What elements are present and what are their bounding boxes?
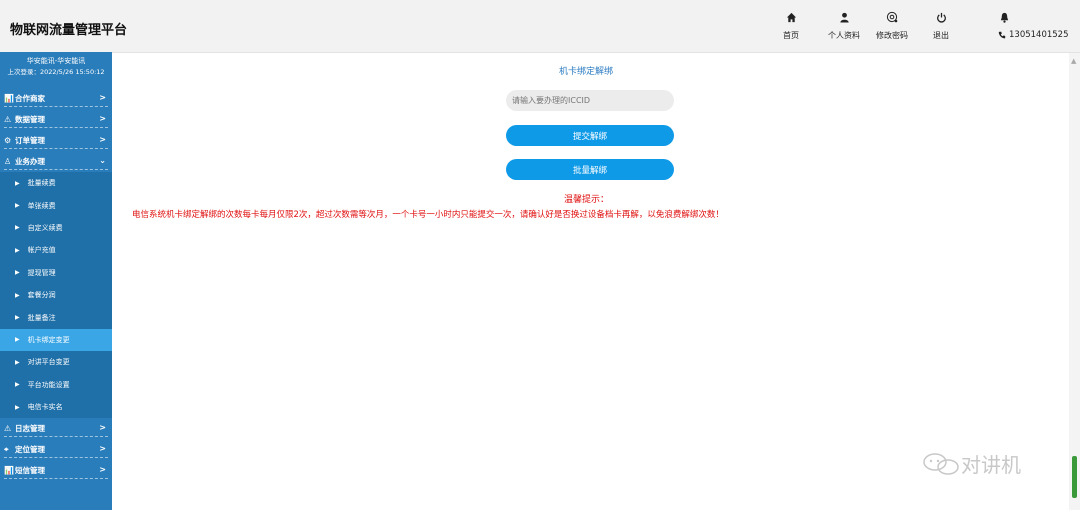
triangle-icon: ▶	[15, 202, 20, 210]
sidebar-group-sms[interactable]: 📊 短信管理 >	[0, 460, 112, 481]
sidebar-group-label: 短信管理	[15, 466, 45, 476]
scroll-up-icon[interactable]: ▲	[1071, 57, 1076, 65]
nav-notifications[interactable]: 13051401525	[998, 8, 1069, 48]
sidebar-item-batch-renew[interactable]: ▶ 批量续费	[0, 172, 112, 195]
scrollbar[interactable]: ▲	[1069, 53, 1080, 510]
locate-icon: ⌖	[4, 444, 9, 454]
gear-icon: ⚙	[4, 136, 12, 145]
sidebar-item-label: 对讲平台变更	[27, 358, 70, 367]
watermark: 对讲机	[921, 449, 1021, 478]
sidebar-item-label: 提现管理	[27, 268, 56, 277]
triangle-icon: ▶	[15, 179, 20, 187]
sidebar-item-telecom-realname[interactable]: ▶ 电信卡实名	[0, 395, 112, 419]
user-icon	[839, 8, 850, 26]
triangle-icon: ▶	[15, 246, 20, 254]
batch-unbind-button[interactable]: 批量解绑	[506, 159, 674, 180]
triangle-icon: ▶	[15, 381, 20, 389]
sidebar-group-label: 合作商家	[15, 94, 45, 103]
chart-icon: 📊	[4, 94, 14, 103]
sidebar-item-label: 批量续费	[27, 179, 56, 188]
sidebar-item-card-binding[interactable]: ▶ 机卡绑定变更	[0, 328, 112, 352]
sidebar-item-label: 帐户充值	[27, 246, 56, 255]
sidebar-group-label: 业务办理	[15, 157, 45, 166]
user-icon: ♙	[4, 157, 12, 166]
main-content: 机卡绑定解绑 提交解绑 批量解绑 温馨提示： 电信系统机卡绑定解绑的次数每卡每月…	[112, 53, 1069, 510]
sidebar-group-label: 定位管理	[15, 445, 45, 455]
sidebar-item-label: 单张续费	[27, 201, 56, 210]
chart-icon: 📊	[4, 466, 14, 476]
tip-heading: 温馨提示：	[564, 195, 610, 205]
phone-number: 13051401525	[998, 30, 1069, 40]
sidebar-group-business[interactable]: ♙ 业务办理 ⌄	[0, 151, 112, 172]
triangle-icon: ▶	[15, 403, 20, 411]
sidebar-item-label: 自定义续费	[27, 223, 63, 232]
chevron-right-icon: >	[99, 444, 106, 454]
sidebar-item-batch-note[interactable]: ▶ 批量备注	[0, 306, 112, 329]
chevron-down-icon: ⌄	[99, 156, 106, 165]
sidebar-item-label: 批量备注	[27, 313, 56, 322]
chevron-right-icon: >	[99, 114, 106, 123]
sidebar-group-data[interactable]: ⚠ 数据管理 >	[0, 109, 112, 130]
nav-home-label: 首页	[783, 31, 799, 40]
nav-change-password[interactable]: 修改密码	[876, 8, 908, 48]
triangle-icon: ▶	[15, 314, 20, 322]
sidebar-group-label: 数据管理	[15, 115, 45, 124]
chevron-right-icon: >	[99, 93, 106, 102]
home-icon	[786, 8, 797, 26]
nav-profile-label: 个人资料	[828, 31, 860, 40]
sidebar-group-partners[interactable]: 📊 合作商家 >	[0, 88, 112, 109]
settings-icon	[886, 8, 898, 26]
last-login: 上次登录：2022/5/26 15:50:12	[7, 68, 105, 76]
sidebar-group-orders[interactable]: ⚙ 订单管理 >	[0, 130, 112, 151]
warning-icon: ⚠	[4, 115, 12, 124]
submit-unbind-button[interactable]: 提交解绑	[506, 125, 674, 146]
nav-profile[interactable]: 个人资料	[828, 8, 860, 48]
sidebar-group-logs[interactable]: ⚠ 日志管理 >	[0, 418, 112, 439]
power-icon	[936, 8, 947, 26]
tip-text: 电信系统机卡绑定解绑的次数每卡每月仅限2次，超过次数需等次月，一个卡号一小时内只…	[132, 210, 724, 220]
triangle-icon: ▶	[15, 224, 20, 232]
nav-logout-label: 退出	[933, 31, 949, 40]
sidebar-group-label: 订单管理	[15, 136, 45, 145]
wechat-icon	[923, 452, 959, 475]
scroll-thumb[interactable]	[1072, 456, 1077, 498]
triangle-icon: ▶	[15, 336, 20, 344]
user-name: 华安能讯-华安能讯	[26, 57, 86, 65]
sidebar-item-platform-settings[interactable]: ▶ 平台功能设置	[0, 373, 112, 396]
page-title: 机卡绑定解绑	[559, 67, 614, 77]
top-bar: 物联网流量管理平台 首页 个人资料 修改密码 退出 13051401525	[0, 0, 1080, 53]
phone-number-text: 13051401525	[1009, 30, 1069, 40]
sidebar: 华安能讯-华安能讯 上次登录：2022/5/26 15:50:12 📊 合作商家…	[0, 52, 112, 510]
iccid-input[interactable]	[506, 90, 674, 111]
triangle-icon: ▶	[15, 291, 20, 299]
sidebar-item-single-renew[interactable]: ▶ 单张续费	[0, 194, 112, 217]
triangle-icon: ▶	[15, 269, 20, 277]
sidebar-item-talk-platform[interactable]: ▶ 对讲平台变更	[0, 351, 112, 374]
app-title: 物联网流量管理平台	[10, 23, 128, 38]
triangle-icon: ▶	[15, 358, 20, 366]
sidebar-item-label: 套餐分润	[27, 291, 56, 300]
sidebar-item-withdraw[interactable]: ▶ 提现管理	[0, 261, 112, 284]
watermark-text: 对讲机	[961, 453, 1021, 477]
sidebar-item-label: 电信卡实名	[27, 403, 63, 412]
nav-logout[interactable]: 退出	[933, 8, 949, 48]
nav-change-password-label: 修改密码	[876, 31, 908, 40]
sidebar-item-label: 机卡绑定变更	[27, 335, 70, 344]
sidebar-group-location[interactable]: ⌖ 定位管理 >	[0, 439, 112, 460]
sidebar-item-package-share[interactable]: ▶ 套餐分润	[0, 283, 112, 307]
phone-icon	[998, 31, 1006, 39]
chevron-right-icon: >	[99, 135, 106, 144]
chevron-right-icon: >	[99, 465, 106, 475]
sidebar-item-label: 平台功能设置	[27, 380, 70, 389]
chevron-right-icon: >	[99, 423, 106, 433]
sidebar-item-account-topup[interactable]: ▶ 帐户充值	[0, 239, 112, 262]
sidebar-item-custom-renew[interactable]: ▶ 自定义续费	[0, 216, 112, 240]
nav-home[interactable]: 首页	[783, 8, 799, 48]
sidebar-group-label: 日志管理	[15, 424, 45, 434]
bell-icon	[998, 8, 1010, 26]
user-info: 华安能讯-华安能讯 上次登录：2022/5/26 15:50:12	[0, 52, 112, 88]
warning-icon: ⚠	[4, 424, 12, 434]
